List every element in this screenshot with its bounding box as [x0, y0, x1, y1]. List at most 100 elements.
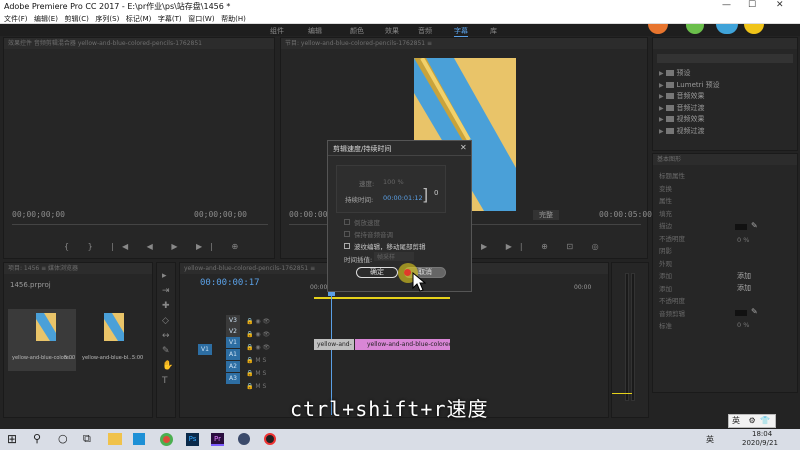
menu-sequence[interactable]: 序列(S) — [95, 14, 119, 24]
effects-item-audio-transitions[interactable]: ▶ 音频过渡 — [659, 103, 720, 115]
project-item-1-duration: 5:00 — [64, 355, 76, 361]
clip-2[interactable]: yellow-and-and-blue-colored-pe — [355, 339, 450, 350]
eg-add-link-2[interactable]: 添加 — [737, 283, 751, 293]
time-interp-select[interactable]: 帧采样 — [374, 252, 414, 261]
work-area-bar[interactable] — [314, 297, 450, 299]
menu-file[interactable]: 文件(F) — [4, 14, 28, 24]
audio-meter-right — [631, 273, 635, 401]
workspace-assembly[interactable]: 组件 — [270, 26, 284, 36]
track-toggle-icons[interactable]: 🔒 ◉ 👁 🔒 ◉ 👁 🔒 ◉ 👁 🔒 M S 🔒 M S 🔒 M S — [246, 315, 270, 393]
effects-item-video-effects[interactable]: ▶ 视频效果 — [659, 114, 720, 126]
menu-title[interactable]: 字幕(T) — [158, 14, 182, 24]
slip-tool-icon[interactable]: ↔ — [162, 329, 173, 344]
track-a2[interactable]: A2 — [226, 361, 240, 372]
effects-panel-header — [653, 38, 797, 49]
dialog-close-icon[interactable]: ✕ — [460, 143, 467, 152]
speed-value[interactable]: 100 % — [383, 178, 404, 186]
razor-tool-icon[interactable]: ◇ — [162, 314, 173, 329]
file-explorer-icon[interactable] — [108, 433, 122, 445]
eg-add-link-1[interactable]: 添加 — [737, 271, 751, 281]
ime-shirt-icon[interactable]: 👕 — [760, 416, 770, 425]
menu-window[interactable]: 窗口(W) — [188, 14, 214, 24]
duration-label: 持续时间: — [345, 196, 374, 204]
track-v2[interactable]: V2 — [226, 326, 240, 337]
timeline-timecode[interactable]: 00:00:00:17 — [200, 278, 260, 288]
menu-marker[interactable]: 标记(M) — [126, 14, 152, 24]
program-transport-controls[interactable]: ▶ ▶| ⊕ ⊡ ◎ — [481, 242, 607, 251]
pen-tool-icon[interactable]: ✎ — [162, 344, 173, 359]
project-panel: 项目: 1456 ≡ 媒体浏览器 1456.prproj yellow-and-… — [3, 262, 153, 418]
menu-edit[interactable]: 编辑(E) — [34, 14, 58, 24]
track-a3[interactable]: A3 — [226, 373, 240, 384]
duration-value[interactable]: 00:00:01:12 — [383, 194, 423, 202]
eg-row-add-2[interactable]: 添加 — [659, 283, 685, 296]
search-icon[interactable]: ⚲ — [33, 432, 41, 445]
workspace-audio[interactable]: 音频 — [418, 26, 432, 36]
effects-item-audio-effects[interactable]: ▶ 音频效果 — [659, 91, 720, 103]
eg-row-stroke[interactable]: 描边 — [659, 220, 685, 233]
premiere-icon[interactable]: Pr — [211, 433, 224, 446]
effects-item-video-transitions[interactable]: ▶ 视频过渡 — [659, 126, 720, 138]
windows-start-icon[interactable]: ⊞ — [7, 432, 17, 446]
project-item-1[interactable]: yellow-and-blue-colore... 5:00 — [8, 309, 76, 371]
track-select-tool-icon[interactable]: ⇥ — [162, 284, 173, 299]
photoshop-icon[interactable]: Ps — [186, 433, 199, 446]
program-fit-select[interactable]: 完整 — [533, 210, 559, 220]
menu-clip[interactable]: 剪辑(C) — [64, 14, 88, 24]
eg-row-add-1[interactable]: 添加 — [659, 270, 685, 283]
reverse-speed-checkbox[interactable]: 倒放速度 — [344, 217, 426, 229]
eyedropper-icon-2[interactable]: ✎ — [751, 307, 758, 316]
fill-color-swatch[interactable] — [735, 224, 747, 230]
eg-opacity-value-2[interactable]: 0 % — [737, 321, 749, 329]
eyedropper-icon[interactable]: ✎ — [751, 221, 758, 230]
app-icon[interactable] — [238, 433, 250, 445]
speed-group: 速度: 100 % 持续时间: 00:00:01:12 — [336, 165, 446, 213]
keep-pitch-checkbox[interactable]: 保持音频音调 — [344, 229, 426, 241]
chrome-icon[interactable] — [160, 433, 173, 446]
project-item-2[interactable]: yellow-and-blue-bl... 5:00 — [80, 309, 148, 371]
taskbar: ⊞ ⚲ ○ ⧉ Ps Pr 英 18:04 2020/9/21 — [0, 429, 800, 450]
workspace-color[interactable]: 颜色 — [350, 26, 364, 36]
menu-help[interactable]: 帮助(H) — [221, 14, 246, 24]
link-bracket-icon[interactable]: ] — [422, 185, 428, 204]
effects-item-lumetri[interactable]: ▶ Lumetri 预设 — [659, 80, 720, 92]
selection-tool-icon[interactable]: ▸ — [162, 269, 173, 284]
tray-language[interactable]: 英 — [706, 434, 714, 445]
ime-bar[interactable]: 英 ⚙ 👕 — [728, 414, 776, 428]
eg-row-shadow[interactable]: 阴影 — [659, 245, 685, 258]
track-v3[interactable]: V3 — [226, 315, 240, 326]
eg-opacity-value-1[interactable]: 0 % — [737, 236, 749, 244]
ime-settings-icon[interactable]: ⚙ — [749, 416, 756, 425]
store-icon[interactable] — [133, 433, 145, 445]
workspace-libraries[interactable]: 库 — [490, 26, 497, 36]
maximize-icon[interactable]: ☐ — [748, 0, 756, 10]
ok-button[interactable]: 确定 — [356, 267, 398, 278]
recorder-icon[interactable] — [264, 433, 276, 445]
track-v1[interactable]: V1 — [226, 337, 240, 348]
watermark-logo — [646, 24, 798, 36]
clock-time[interactable]: 18:04 — [752, 430, 772, 438]
text-tool-icon[interactable]: T — [162, 374, 173, 389]
shadow-color-swatch[interactable] — [735, 310, 747, 316]
track-a1[interactable]: A1 — [226, 349, 240, 360]
task-view-icon[interactable]: ⧉ — [83, 432, 91, 446]
cortana-icon[interactable]: ○ — [58, 432, 68, 445]
workspace-editing[interactable]: 编辑 — [308, 26, 322, 36]
effects-search-input[interactable] — [657, 54, 793, 63]
close-icon[interactable]: ✕ — [776, 0, 784, 10]
minimize-icon[interactable]: — — [722, 0, 731, 10]
clip-1[interactable]: yellow-and- — [314, 339, 354, 350]
workspace-effects[interactable]: 效果 — [385, 26, 399, 36]
audio-meter-panel — [611, 262, 649, 418]
clock-date[interactable]: 2020/9/21 — [742, 439, 778, 447]
ripple-tool-icon[interactable]: ✚ — [162, 299, 173, 314]
source-patch-v1[interactable]: V1 — [198, 344, 212, 355]
eg-section-standard: 标准 — [659, 322, 672, 330]
hand-tool-icon[interactable]: ✋ — [162, 359, 173, 374]
workspace-titles[interactable]: 字幕 — [454, 26, 468, 37]
eg-row-fill[interactable]: 填充 — [659, 208, 685, 221]
click-dot — [404, 269, 411, 276]
ime-language[interactable]: 英 — [732, 416, 740, 425]
effects-item-presets[interactable]: ▶ 预设 — [659, 68, 720, 80]
source-transport-controls[interactable]: { } |◀ ◀ ▶ ▶| ⊕ — [64, 242, 246, 251]
